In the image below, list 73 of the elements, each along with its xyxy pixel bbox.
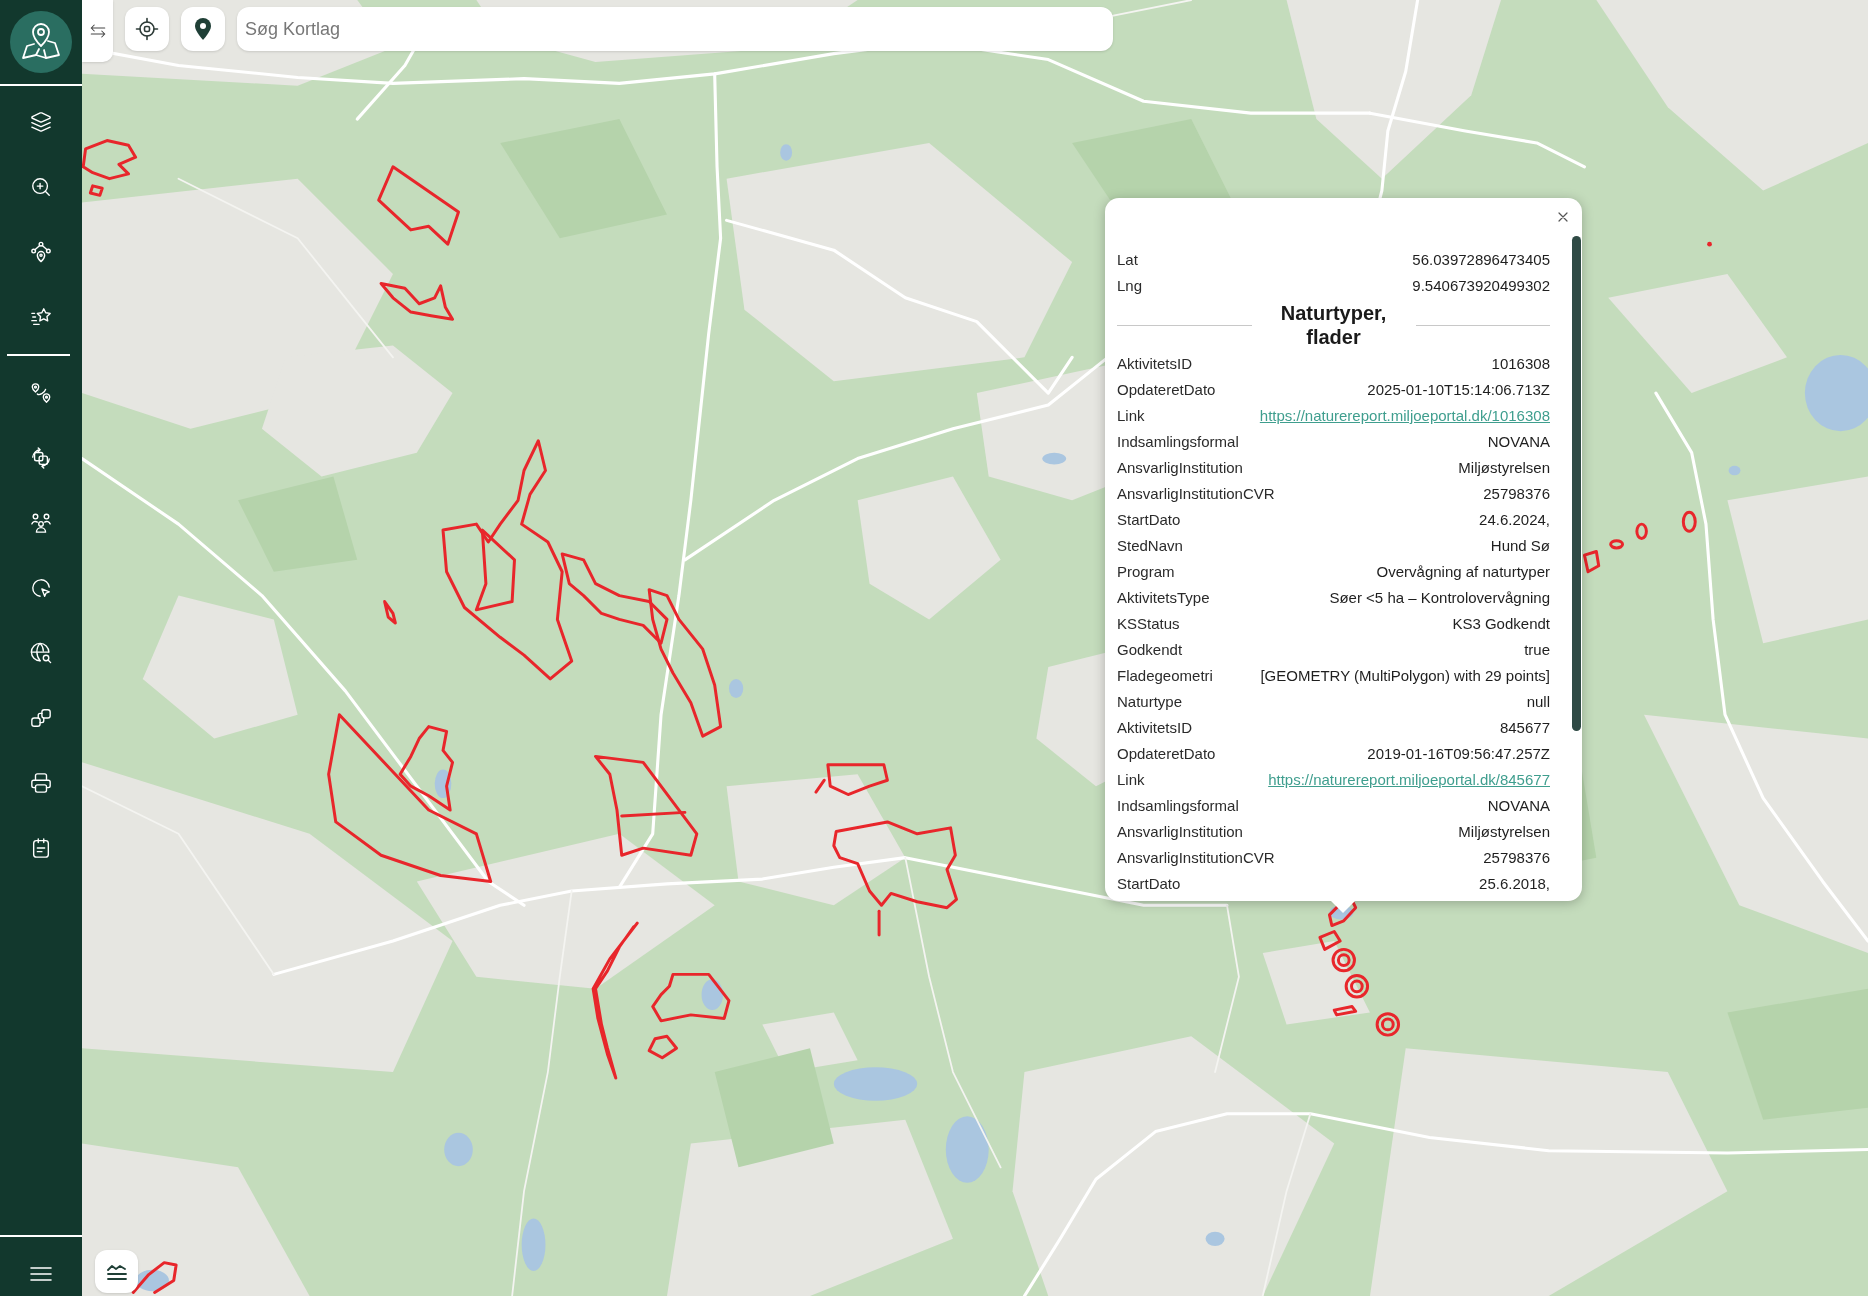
squares-link-icon[interactable] [30, 706, 52, 729]
circle-cursor-icon[interactable] [30, 576, 52, 599]
legend-button[interactable] [95, 1250, 138, 1293]
field-value: 25.6.2018, [1479, 873, 1550, 894]
field-value: 25798376 [1483, 847, 1550, 868]
scrollbar-thumb[interactable] [1572, 236, 1581, 731]
wave-lines-icon [106, 1262, 127, 1281]
search-field[interactable]: Søg Kortlag [237, 7, 1113, 51]
field-label: Fladegeometri [1117, 665, 1213, 686]
field-value: null [1526, 691, 1550, 712]
field-value: 56.03972896473405 [1412, 249, 1550, 270]
field-label: Indsamlingsformal [1117, 431, 1239, 452]
field-value: 25798376 [1483, 483, 1550, 504]
field-value: 1016308 [1491, 353, 1550, 374]
locate-button[interactable] [125, 7, 169, 51]
field-label: AktivitetsID [1117, 353, 1192, 374]
map-pin-logo-icon[interactable] [10, 11, 72, 73]
field-label: StartDato [1117, 873, 1181, 894]
map-pin-icon [194, 18, 212, 40]
field-link[interactable]: https://naturereport.miljoeportal.dk/1016308 [1259, 404, 1550, 428]
field-value: Søer <5 ha – Kontrolovervågning [1329, 587, 1550, 608]
field-value: 2019-01-16T09:56:47.257Z [1367, 743, 1550, 764]
crosshair-icon [135, 17, 159, 41]
route-pins-icon[interactable] [30, 381, 52, 404]
globe-search-icon[interactable] [30, 641, 52, 664]
field-label: Lng [1117, 275, 1143, 296]
field-value: KS3 Godkendt [1452, 613, 1550, 634]
field-label: Lat [1117, 249, 1138, 270]
field-value: Miljøstyrelsen [1458, 821, 1550, 842]
field-value: true [1524, 639, 1550, 660]
field-label: OpdateretDato [1117, 743, 1216, 764]
users-group-icon[interactable] [30, 511, 52, 534]
printer-icon[interactable] [30, 771, 52, 794]
field-label: StartDato [1117, 509, 1181, 530]
field-label: Godkendt [1117, 639, 1183, 660]
field-label: StedNavn [1117, 535, 1183, 556]
field-label: Program [1117, 561, 1175, 582]
field-value: Overvågning af naturtyper [1376, 561, 1550, 582]
section-title: Naturtyper, flader [1279, 301, 1388, 349]
field-label: Naturtype [1117, 691, 1183, 712]
field-label: Link [1117, 405, 1145, 426]
menu-icon[interactable] [30, 1265, 52, 1282]
marker-button[interactable] [181, 7, 225, 51]
close-button[interactable] [1557, 211, 1569, 223]
rotate-squares-icon[interactable] [30, 446, 52, 469]
field-value: Hund Sø [1490, 535, 1550, 556]
field-link[interactable]: https://naturereport.miljoeportal.dk/845677 [1268, 768, 1550, 792]
sidebar-toggle-button[interactable] [82, 0, 113, 62]
field-label: AnsvarligInstitutionCVR [1117, 847, 1275, 868]
field-label: AnsvarligInstitution [1117, 821, 1243, 842]
field-value: Miljøstyrelsen [1458, 457, 1550, 478]
field-value: NOVANA [1487, 431, 1550, 452]
field-value: 845677 [1499, 717, 1550, 738]
field-value: 24.6.2024, [1479, 509, 1550, 530]
pin-network-icon[interactable] [30, 240, 52, 263]
field-label: KSStatus [1117, 613, 1180, 634]
field-label: OpdateretDato [1117, 379, 1216, 400]
close-icon [1558, 212, 1568, 222]
field-value: 9.540673920499302 [1412, 275, 1550, 296]
layers-icon[interactable] [30, 110, 52, 133]
field-label: AktivitetsType [1117, 587, 1210, 608]
field-label: AnsvarligInstitution [1117, 457, 1243, 478]
field-label: AnsvarligInstitutionCVR [1117, 483, 1275, 504]
field-label: Indsamlingsformal [1117, 795, 1239, 816]
field-value: [GEOMETRY (MultiPolygon) with 29 points] [1260, 665, 1550, 686]
star-lines-icon[interactable] [30, 305, 52, 328]
field-label: AktivitetsID [1117, 717, 1192, 738]
clipboard-icon[interactable] [30, 836, 52, 859]
field-value: NOVANA [1487, 795, 1550, 816]
field-value: 2025-01-10T15:14:06.713Z [1367, 379, 1550, 400]
swap-arrows-icon [88, 22, 107, 40]
field-label: Link [1117, 769, 1145, 790]
zoom-in-icon[interactable] [30, 175, 52, 198]
